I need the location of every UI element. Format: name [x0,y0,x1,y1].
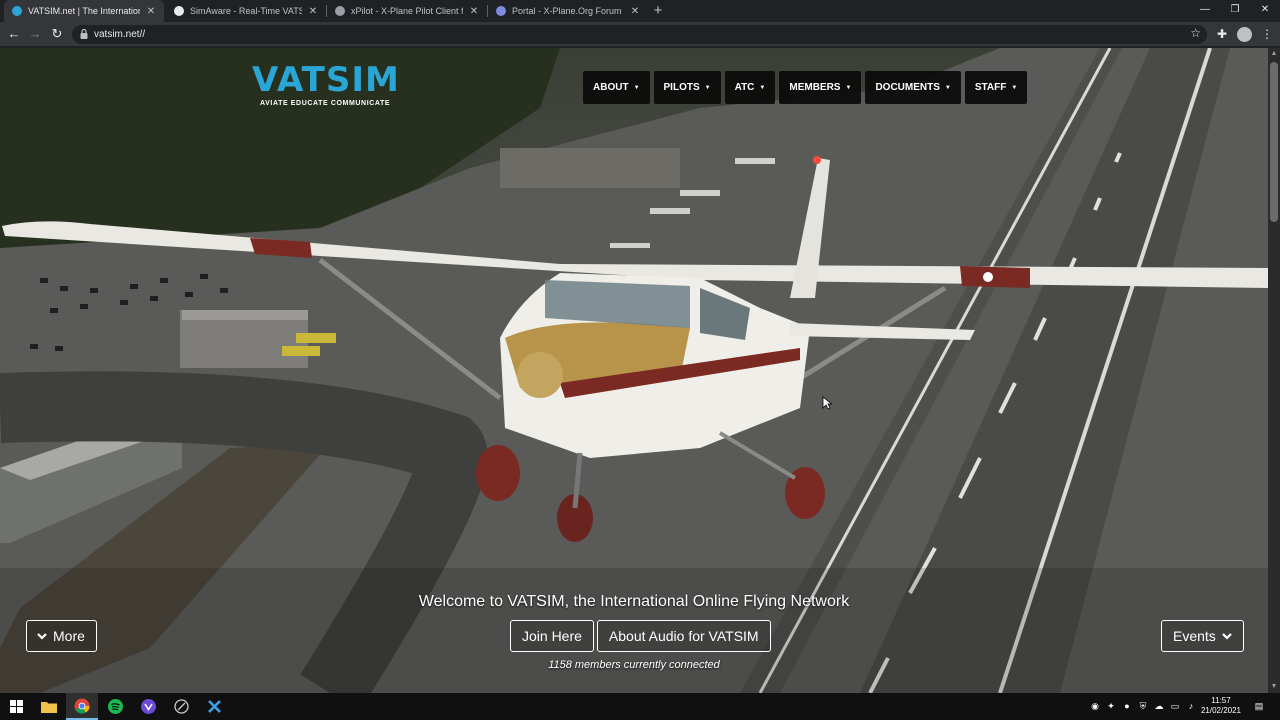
clock-date: 21/02/2021 [1200,706,1242,715]
profile-avatar[interactable] [1237,27,1252,42]
windows-taskbar: ◉ ✦ ● ⛨ ☁ ▭ ♪ 11:57 21/02/2021 ▤ [0,693,1280,720]
caret-down-icon: ▼ [944,84,951,91]
about-audio-button[interactable]: About Audio for VATSIM [596,620,771,652]
windows-start-button[interactable] [0,693,32,720]
hero-title: Welcome to VATSIM, the International Onl… [418,593,850,610]
url-text[interactable]: vatsim.net// [94,29,145,40]
xplane-favicon-icon [496,6,506,16]
tab-xpilot[interactable]: xPilot - X-Plane Pilot Client for V ✕ [327,0,487,22]
caret-down-icon: ▼ [633,84,640,91]
browser-tab-strip: VATSIM.net | The International O ✕ SimAw… [0,0,1280,22]
close-window-button[interactable]: ✕ [1250,0,1280,22]
tab-simaware[interactable]: SimAware - Real-Time VATSIM Fli ✕ [166,0,326,22]
shield-tray-icon[interactable]: ⛨ [1137,700,1149,712]
network-tray-icon[interactable]: ▭ [1169,700,1181,712]
scroll-down-icon[interactable]: ▼ [1268,681,1280,693]
nav-label: DOCUMENTS [875,82,940,93]
new-tab-button[interactable]: + [651,2,665,20]
cloud-tray-icon[interactable]: ☁ [1153,700,1165,712]
logo-wordmark: VATSIM [252,60,400,100]
forward-button[interactable]: → [27,26,43,42]
more-button[interactable]: More [26,620,97,652]
nav-documents[interactable]: DOCUMENTS ▼ [865,71,961,104]
windows-logo-icon [9,700,23,713]
nav-label: STAFF [974,82,1007,93]
back-button[interactable]: ← [6,26,22,42]
chevron-down-icon [37,633,47,640]
vpn-shield-icon [140,699,156,714]
tab-title: SimAware - Real-Time VATSIM Fli [190,6,302,16]
lock-icon[interactable] [80,29,88,39]
more-label: More [53,628,85,644]
bookmark-star-icon[interactable]: ☆ [1190,26,1201,40]
extensions-icon[interactable]: ✚ [1214,26,1230,42]
members-connected-text: 1158 members currently connected [548,659,720,671]
tab-close-icon[interactable]: ✕ [469,6,479,17]
spotify-taskbar-button[interactable] [99,693,131,720]
caret-down-icon: ▼ [845,84,852,91]
page-scrollbar[interactable]: ▲ ▼ [1268,48,1280,693]
events-button[interactable]: Events [1161,620,1244,652]
tab-vatsim[interactable]: VATSIM.net | The International O ✕ [4,0,164,22]
caret-down-icon: ▼ [1011,84,1018,91]
steam-tray-icon[interactable]: ◉ [1089,700,1101,712]
events-label: Events [1173,628,1216,644]
vatsim-favicon-icon [12,6,22,16]
nav-label: PILOTS [663,82,700,93]
file-explorer-taskbar-button[interactable] [33,693,65,720]
minimize-button[interactable]: — [1190,0,1220,22]
hero-actions: Join Here About Audio for VATSIM [510,620,771,652]
nav-atc[interactable]: ATC ▼ [724,71,776,104]
xpilot-taskbar-button[interactable] [198,693,230,720]
maximize-button[interactable]: ❐ [1220,0,1250,22]
tab-close-icon[interactable]: ✕ [630,6,640,17]
chevron-down-icon [1222,633,1232,640]
nav-pilots[interactable]: PILOTS ▼ [653,71,721,104]
app-tray-icon[interactable]: ✦ [1105,700,1117,712]
xplane-taskbar-button[interactable] [165,693,197,720]
vpn-taskbar-button[interactable] [132,693,164,720]
tab-title: VATSIM.net | The International O [28,6,140,16]
tab-close-icon[interactable]: ✕ [146,6,156,17]
vatsim-homepage: VATSIM AVIATE EDUCATE COMMUNICATE ABOUT ▼… [0,48,1268,693]
nav-staff[interactable]: STAFF ▼ [964,71,1028,104]
browser-toolbar: ← → ↻ vatsim.net// ☆ ✚ ⋮ [0,22,1280,47]
join-here-button[interactable]: Join Here [510,620,594,652]
xplane-icon [173,699,189,714]
xpilot-icon [207,700,221,713]
scroll-up-icon[interactable]: ▲ [1268,48,1280,60]
nav-label: ABOUT [593,82,629,93]
tab-close-icon[interactable]: ✕ [308,6,318,17]
xpilot-favicon-icon [335,6,345,16]
tab-xplane-forum[interactable]: Portal - X-Plane.Org Forum ✕ [488,0,648,22]
mouse-cursor-icon [822,396,832,410]
scrollbar-thumb[interactable] [1270,62,1278,222]
tab-title: xPilot - X-Plane Pilot Client for V [351,6,463,16]
chrome-icon [74,698,90,713]
vatsim-logo[interactable]: VATSIM AVIATE EDUCATE COMMUNICATE [252,60,399,112]
folder-icon [41,702,57,713]
system-clock[interactable]: 11:57 21/02/2021 [1196,696,1246,716]
caret-down-icon: ▼ [704,84,711,91]
caret-down-icon: ▼ [759,84,766,91]
nav-about[interactable]: ABOUT ▼ [583,71,650,104]
tab-title: Portal - X-Plane.Org Forum [512,6,622,16]
clock-time: 11:57 [1211,696,1231,705]
nav-label: ATC [734,82,755,93]
chrome-taskbar-button[interactable] [66,693,98,720]
spotify-icon [107,699,123,714]
menu-icon[interactable]: ⋮ [1259,26,1275,42]
microphone-tray-icon[interactable]: ● [1121,700,1133,712]
logo-tagline: AVIATE EDUCATE COMMUNICATE [260,100,391,107]
globe-favicon-icon [174,6,184,16]
address-bar[interactable]: vatsim.net// ☆ [72,25,1207,44]
nav-members[interactable]: MEMBERS ▼ [779,71,862,104]
main-navigation: ABOUT ▼ PILOTS ▼ ATC ▼ MEMBERS ▼ DOCUMENTS ▼ … [583,71,1028,104]
notifications-icon[interactable]: ▤ [1253,700,1265,712]
reload-button[interactable]: ↻ [49,26,65,42]
nav-label: MEMBERS [789,82,841,93]
